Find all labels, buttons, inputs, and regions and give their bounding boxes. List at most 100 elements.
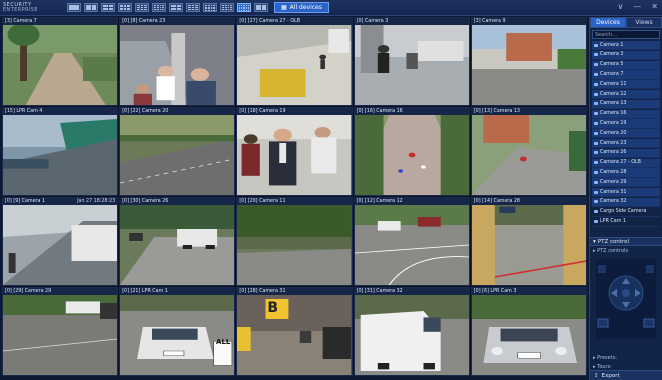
all-devices-button[interactable]: ▦ All devices [274,2,329,13]
camera-tile-label: [0] Camera 3 [356,19,389,24]
device-list-item[interactable]: Camera 23 [592,138,660,149]
device-list-item[interactable]: Camera 12 [592,89,660,100]
layout-button[interactable] [135,3,149,12]
layout-button[interactable] [118,3,132,12]
presets-section[interactable]: ▸ Presets: [593,355,617,361]
device-list-item[interactable]: Camera 16 [592,109,660,119]
layout-button[interactable] [101,3,115,12]
ptz-control-label: PTZ control [597,238,630,245]
ptz-control-header[interactable]: ▾ PTZ control [590,237,662,246]
camera-tile[interactable]: [0] [28] Camera 31 B [236,287,353,376]
device-list-item[interactable]: Camera 27 - OLB [592,158,660,168]
close-icon[interactable]: ✕ [651,2,658,11]
camera-tile[interactable]: [3] Camera 7 [2,17,119,106]
camera-icon [594,210,598,214]
right-panel: Devices Views Search... Camera 1 Camera 3… [589,17,662,380]
camera-tile-label: [0] [21] LPR Cam 1 [122,289,168,294]
device-label: Camera 29 [600,179,627,185]
camera-timestamp: Jan 27 18:28:23 [77,199,116,204]
tab-devices[interactable]: Devices [590,17,626,28]
camera-video-feed [120,205,235,285]
device-list-item[interactable]: Cargo Side Camera [592,208,660,217]
device-list-item[interactable]: Camera 20 [592,129,660,139]
layout-button[interactable] [237,3,251,12]
camera-tile[interactable]: [0] [27] Camera 27 - OLB [236,17,353,106]
camera-tile[interactable]: [0] [6] LPR Cam 3 [470,287,587,376]
device-label: Camera 11 [600,81,627,87]
export-icon: ⇪ [594,372,599,379]
device-list-item[interactable]: Camera 31 [592,187,660,198]
layout-button[interactable] [186,3,200,12]
camera-icon [594,219,598,223]
camera-tile[interactable]: [15] LPR Cam 4 [2,107,119,196]
camera-video-feed [354,115,469,195]
camera-tile[interactable]: [0] [13] Camera 13 [470,107,587,196]
tab-views[interactable]: Views [626,17,662,28]
camera-icon [594,180,598,184]
camera-tile[interactable]: [0] [14] Camera 28 [470,197,587,286]
device-list-item[interactable]: Camera 29 [592,178,660,188]
camera-tile-label: [15] LPR Cam 4 [5,109,43,114]
layout-button[interactable] [254,3,268,12]
window-controls: ∨ — ✕ [617,2,658,11]
layout-button[interactable] [169,3,183,12]
camera-tile-header: [0] [21] LPR Cam 1 [120,288,235,295]
camera-tile[interactable]: [0] [20] Camera 11 [236,197,353,286]
camera-icon [594,200,598,204]
chevron-down-icon[interactable]: ∨ [617,2,623,11]
camera-tile[interactable]: [0] Camera 3 [353,17,470,106]
top-toolbar: SECURITY ENTERPRISE ▦ All devices ∨ — ✕ [0,0,662,16]
camera-tile[interactable]: [0] [22] Camera 20 [119,107,236,196]
camera-video-feed [471,25,586,105]
layout-button[interactable] [203,3,217,12]
device-list-item[interactable]: LPR Cam 1 [592,217,660,227]
device-label: Camera 13 [600,101,627,107]
device-list-item[interactable]: Camera 32 [592,197,660,208]
camera-tile[interactable]: [3] Camera 9 [470,17,587,106]
device-list-item[interactable]: Camera 1 [592,41,660,51]
camera-tile-header: [0] [14] Camera 28 [471,198,586,205]
camera-tile-header: [0] [22] Camera 20 [120,108,235,115]
garage-letter: B [267,300,279,316]
device-label: Camera 23 [600,140,627,146]
device-list-item[interactable]: Camera 7 [592,70,660,80]
camera-tile[interactable]: [0] [12] Camera 12 [353,197,470,286]
ptz-joystick[interactable] [596,259,656,339]
layout-button[interactable] [220,3,234,12]
device-list-item[interactable]: Camera 28 [592,168,660,178]
camera-tile[interactable]: [0] [29] Camera 29 [2,287,119,376]
device-list-item[interactable]: Camera 11 [592,80,660,90]
export-label: Export [601,372,620,379]
ptz-controls-text: PTZ controls [597,248,629,254]
ptz-controls-label[interactable]: ▸ PTZ controls [593,248,628,254]
layout-button[interactable] [84,3,98,12]
device-label: Camera 28 [600,170,627,175]
camera-tile[interactable]: [0] [21] LPR Cam 1 ALL [119,287,236,376]
camera-tile-label: [3] Camera 7 [5,19,37,24]
camera-tile[interactable]: [0] [8] Camera 23 [119,17,236,106]
device-label: Camera 32 [600,199,627,205]
camera-tile[interactable]: [0] [9] Camera 1 Jan 27 18:28:23 [2,197,119,286]
device-list-item[interactable]: Camera 3 [592,50,660,61]
device-list-item[interactable]: Camera 5 [592,60,660,70]
camera-tile-header: [0] [31] Camera 32 [354,288,469,295]
device-list-item[interactable]: Camera 26 [592,148,660,159]
camera-tile-header: [0] Camera 3 [354,18,469,25]
all-devices-label: All devices [289,4,322,11]
device-list-item[interactable]: Camera 13 [592,99,660,110]
camera-icon [594,63,598,67]
device-label: LPR Cam 1 [600,218,626,224]
layout-button[interactable] [67,3,81,12]
camera-icon [594,112,598,116]
layout-button[interactable] [152,3,166,12]
camera-tile[interactable]: [0] [31] Camera 32 [353,287,470,376]
camera-tile-label: [0] [16] Camera 16 [356,109,403,114]
camera-tile[interactable]: [0] [30] Camera 26 [119,197,236,286]
minimize-icon[interactable]: — [633,2,641,11]
device-search-input[interactable]: Search... [592,30,660,39]
camera-tile[interactable]: [0] [16] Camera 16 [353,107,470,196]
camera-icon [594,53,598,57]
export-button[interactable]: ⇪ Export [590,370,662,380]
camera-tile[interactable]: [0] [18] Camera 19 [236,107,353,196]
device-list-item[interactable]: Camera 19 [592,119,660,129]
